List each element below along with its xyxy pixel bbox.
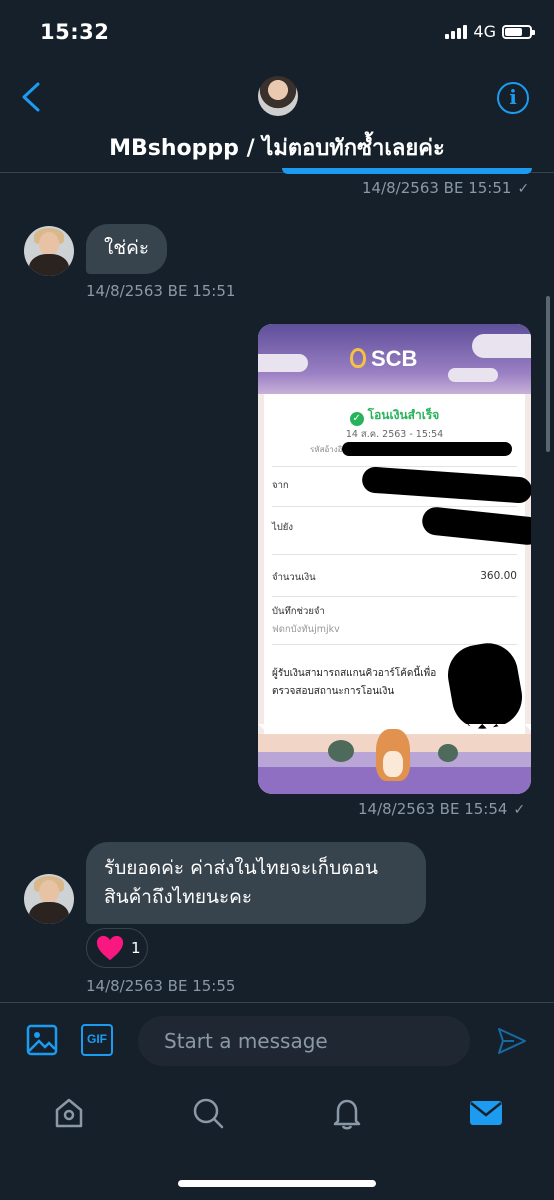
- seen-check-icon: ✓: [513, 802, 526, 818]
- header-avatar[interactable]: [258, 76, 298, 116]
- home-icon[interactable]: [51, 1095, 87, 1131]
- conversation-title[interactable]: MBshoppp / ไม่ตอบทักซ้ำเลยค่ะ: [0, 130, 554, 165]
- timestamp-text: 14/8/2563 BE 15:51: [362, 179, 512, 197]
- composer-divider: [0, 1002, 554, 1003]
- send-icon[interactable]: [496, 1025, 528, 1057]
- message-timestamp: 14/8/2563 BE 15:51: [86, 282, 236, 300]
- search-icon[interactable]: [190, 1095, 226, 1131]
- message-timestamp: 14/8/2563 BE 15:54 ✓: [358, 800, 525, 818]
- message-input[interactable]: [138, 1016, 470, 1066]
- seen-check-icon: ✓: [517, 181, 530, 197]
- home-indicator[interactable]: [178, 1180, 376, 1187]
- messages-icon[interactable]: [468, 1095, 504, 1131]
- gif-icon[interactable]: GIF: [81, 1024, 113, 1056]
- notifications-icon[interactable]: [329, 1095, 365, 1131]
- signal-icon: [445, 24, 468, 39]
- amount-value: 360.00: [480, 570, 517, 582]
- timestamp-text: 14/8/2563 BE 15:54: [358, 800, 508, 818]
- message-line: รับยอดค่ะ ค่าส่งในไทยจะเก็บตอน: [104, 857, 378, 879]
- info-icon[interactable]: i: [497, 82, 529, 114]
- message-bubble[interactable]: ใช่ค่ะ: [86, 224, 168, 274]
- chevron-left-icon[interactable]: [18, 80, 44, 114]
- transfer-date: 14 ส.ค. 2563 - 15:54: [345, 429, 444, 440]
- transfer-slip-image[interactable]: SCB ✓ โอนเงินสำเร็จ 14 ส.ค. 2563 - 15:54 …: [258, 324, 531, 794]
- message-timestamp: 14/8/2563 BE 15:55: [86, 977, 236, 995]
- redaction: [443, 638, 527, 734]
- reaction-chip[interactable]: 1: [86, 928, 148, 968]
- heart-icon: [96, 935, 124, 961]
- status-indicators: 4G: [445, 22, 535, 41]
- network-label: 4G: [473, 22, 496, 41]
- battery-level: [505, 27, 522, 36]
- redaction: [361, 466, 531, 504]
- message-bubble[interactable]: รับยอดค่ะ ค่าส่งในไทยจะเก็บตอน สินค้าถึง…: [86, 842, 426, 924]
- redaction: [420, 505, 531, 547]
- shiba-dog-illustration: [376, 729, 410, 781]
- battery-icon: [502, 24, 535, 39]
- avatar[interactable]: [24, 226, 74, 276]
- redaction: [342, 442, 512, 456]
- previous-message-bubble[interactable]: [282, 168, 532, 174]
- memo-value: ฟดกบังทันjmjkv: [272, 624, 340, 635]
- scrollbar[interactable]: [546, 296, 550, 452]
- memo-label: บันทึกช่วยจำ: [272, 606, 325, 617]
- reaction-count: 1: [131, 939, 141, 957]
- slip-header: SCB: [258, 324, 531, 394]
- success-check-icon: ✓: [349, 412, 364, 426]
- status-time: 15:32: [40, 20, 110, 44]
- receipt-card: ✓ โอนเงินสำเร็จ 14 ส.ค. 2563 - 15:54 รหัส…: [264, 394, 531, 734]
- image-icon[interactable]: [26, 1024, 58, 1056]
- avatar[interactable]: [24, 874, 74, 924]
- message-line: สินค้าถึงไทยนะคะ: [104, 886, 253, 908]
- scb-logo: SCB: [350, 346, 417, 372]
- message-timestamp: 14/8/2563 BE 15:51 ✓: [362, 179, 529, 197]
- transfer-status: ✓ โอนเงินสำเร็จ: [272, 406, 517, 426]
